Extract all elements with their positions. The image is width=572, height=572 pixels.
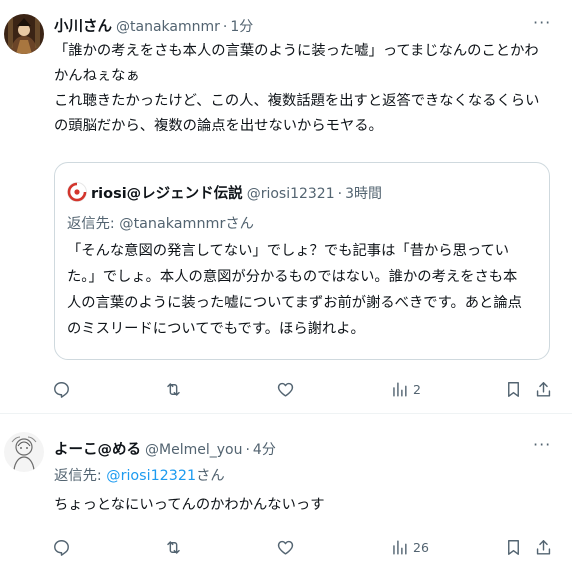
share-icon [536,381,551,397]
author-name[interactable]: よーこ@める [54,438,141,459]
like-button[interactable] [276,377,295,401]
tweet-header: よーこ@める @Melmel_you · 4分 [54,438,276,459]
views-icon [393,539,407,555]
tweet-actions: 2 [40,377,560,401]
tweet-text: 「誰かの考えをさも本人の言葉のように装った嘘」ってまじなんのことかわ かんねぇな… [54,43,540,134]
bookmark-icon [508,539,519,555]
retweet-button[interactable] [164,535,183,559]
share-button[interactable] [534,377,553,401]
quote-author-handle[interactable]: @riosi12321 [247,186,335,202]
quote-timestamp[interactable]: 3時間 [345,183,382,203]
views-button[interactable]: 26 [390,535,429,559]
separator: · [245,442,250,458]
views-count: 26 [413,539,429,555]
author-handle[interactable]: @tanakamnmr [116,19,220,35]
reply-to: 返信先: @riosi12321さん [54,464,225,485]
reply-button[interactable] [52,377,71,401]
bookmark-icon [508,381,519,397]
reply-icon [54,381,69,398]
like-button[interactable] [276,535,295,559]
retweet-icon [167,540,180,554]
quote-avatar [67,182,87,202]
reply-button[interactable] [52,535,71,559]
quote-text: 「そんな意図の発言してない」でしょ？でも記事は「昔から思ってい た。」でしょ。本… [67,243,522,337]
quote-logo-icon [67,182,87,202]
more-options-icon[interactable]: ··· [533,15,551,34]
reply-prefix: 返信先: [67,216,115,232]
tweet[interactable]: 小川さん @tanakamnmr · 1分 ··· 「誰かの考えをさも本人の言葉… [0,0,572,414]
bookmark-button[interactable] [504,377,523,401]
quote-author-name[interactable]: riosi@レジェンド伝説 [91,182,243,203]
tweet-actions: 26 [40,535,560,559]
author-handle[interactable]: @Melmel_you [145,442,242,458]
more-options-icon[interactable]: ··· [533,437,551,456]
retweet-button[interactable] [164,377,183,401]
reply-handle-link[interactable]: @riosi12321 [106,468,196,484]
reply-icon [54,539,69,556]
separator: · [337,186,343,202]
bookmark-button[interactable] [504,535,523,559]
views-button[interactable]: 2 [390,377,421,401]
timestamp[interactable]: 4分 [253,439,276,459]
share-icon [536,539,551,555]
quote-header: riosi@レジェンド伝説 @riosi12321 · 3時間 [91,182,382,203]
tweet[interactable]: よーこ@める @Melmel_you · 4分 ··· 返信先: @riosi1… [0,414,572,572]
avatar[interactable] [4,432,44,472]
tweet-text: ちょっとなにいってんのかわかんないっす [54,497,325,513]
avatar[interactable] [4,14,44,54]
tweet-header: 小川さん @tanakamnmr · 1分 [54,15,253,36]
views-count: 2 [413,381,421,397]
separator: · [222,19,228,35]
quoted-tweet[interactable]: riosi@レジェンド伝説 @riosi12321 · 3時間 返信先: @ta… [54,162,550,360]
retweet-icon [167,382,180,396]
heart-icon [277,382,294,397]
quote-reply-to: 返信先: @tanakamnmrさん [67,212,254,233]
reply-prefix: 返信先: [54,468,102,484]
timestamp[interactable]: 1分 [230,16,253,36]
views-icon [393,381,407,397]
reply-suffix: さん [196,468,225,484]
heart-icon [277,540,294,555]
author-name[interactable]: 小川さん [54,15,112,36]
reply-handle[interactable]: @tanakamnmrさん [119,216,254,232]
share-button[interactable] [534,535,553,559]
